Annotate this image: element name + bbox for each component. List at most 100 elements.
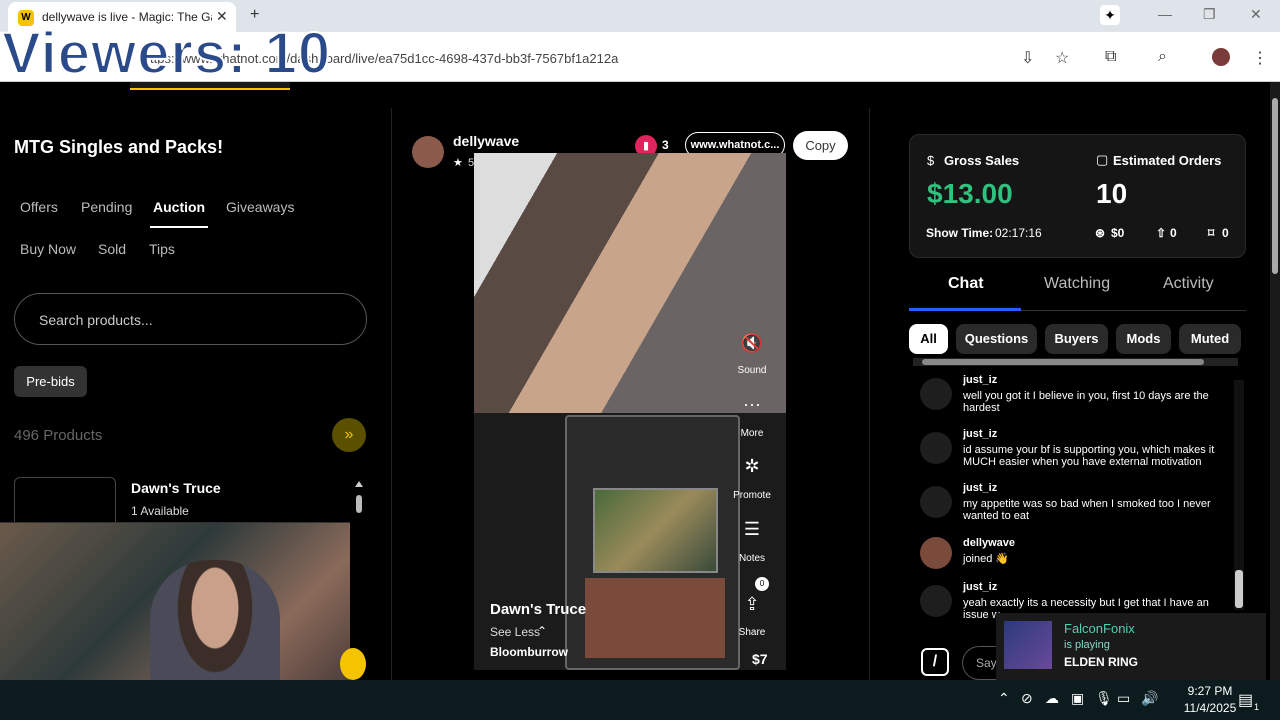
host-name[interactable]: dellywave [453,133,519,149]
gemini-sparkle-icon[interactable]: ✦ [1100,5,1120,25]
share-label[interactable]: Share [727,627,777,638]
active-chat-underline [909,308,1021,311]
volume-icon[interactable]: 🔊 [1141,690,1158,707]
profile-avatar[interactable] [1212,48,1230,66]
more-label[interactable]: More [727,428,777,439]
chat-avatar[interactable] [920,585,952,617]
notes-label[interactable]: Notes [727,553,777,564]
tray-app-icon[interactable]: ⊘ [1021,690,1033,707]
whatnot-logo[interactable] [130,82,290,90]
filter-muted[interactable]: Muted [1179,324,1241,354]
copy-link-button[interactable]: Copy [793,131,848,160]
fast-forward-icon[interactable]: » [332,418,366,452]
gross-sales-label: Gross Sales [944,153,1020,168]
store-title: MTG Singles and Packs! [14,137,224,157]
microphone-icon[interactable]: 🎙 [1095,690,1113,707]
chat-username[interactable]: just_iz [963,482,997,494]
tips-icon: ⊛ [1095,226,1106,240]
onedrive-icon[interactable]: ☁ [1045,690,1059,707]
bookmarks-value: 0 [1222,226,1229,240]
notes-icon[interactable]: ☰ [727,519,777,540]
chat-avatar[interactable] [920,486,952,518]
tab-giveaways[interactable]: Giveaways [226,199,294,215]
chat-username[interactable]: just_iz [963,581,997,593]
share-icon[interactable]: ⇪ [727,594,777,615]
dollar-icon: $ [927,153,935,168]
search-placeholder: Search products... [39,312,153,328]
windows-taskbar [0,680,1280,720]
filter-all[interactable]: All [909,324,948,354]
tab-sold[interactable]: Sold [98,241,126,257]
tab-chat[interactable]: Chat [948,275,984,293]
extensions-icon[interactable]: ⧉ [1105,48,1116,66]
bookmark-icon: ⌑ [1208,226,1215,240]
live-viewer-count: 3 [662,138,669,152]
tab-tips[interactable]: Tips [149,241,175,257]
chat-message: well you got it I believe in you, first … [963,390,1209,414]
rating-star-icon: ★ [453,157,463,169]
tab-pending[interactable]: Pending [81,199,132,215]
active-tab-underline [150,226,208,228]
yellow-action-button[interactable] [340,648,366,680]
share-count-badge: 0 [755,577,769,591]
card-textbox [585,578,725,658]
see-less-link[interactable]: See Less [490,625,540,639]
show-time-label: Show Time: [926,226,994,240]
bookmark-star-icon[interactable]: ☆ [1055,48,1069,68]
chat-scroll-thumb[interactable] [1235,570,1243,608]
tab-auction[interactable]: Auction [153,199,205,215]
network-icon[interactable]: ▭ [1117,690,1130,707]
chat-message: id assume your bf is supporting you, whi… [963,444,1215,468]
tab-watching[interactable]: Watching [1044,275,1110,293]
host-avatar[interactable] [412,136,444,168]
chat-username[interactable]: just_iz [963,374,997,386]
scroll-up-arrow-icon[interactable] [355,481,363,487]
tab-buy-now[interactable]: Buy Now [20,241,76,257]
tab-search-icon[interactable]: ⌕ [1158,48,1167,66]
chat-avatar[interactable] [920,537,952,569]
tab-offers[interactable]: Offers [20,199,58,215]
clock-time[interactable]: 9:27 PM [1172,684,1248,698]
filter-scroll-thumb[interactable] [922,359,1204,365]
sound-muted-icon[interactable]: 🔇 [727,333,777,354]
chat-username[interactable]: dellywave [963,537,1015,549]
minimize-icon[interactable]: — [1158,6,1172,22]
tips-value: $0 [1111,226,1125,240]
install-app-icon[interactable]: ⇩ [1021,48,1034,68]
product-name[interactable]: Dawn's Truce [131,480,221,496]
promote-label[interactable]: Promote [727,490,777,501]
product-thumbnail[interactable] [14,477,116,527]
set-name: Bloomburrow [490,645,568,659]
chat-message: joined 👋 [963,553,1010,565]
chat-username[interactable]: just_iz [963,428,997,440]
filter-questions[interactable]: Questions [956,324,1037,354]
clock-date[interactable]: 11/4/2025 [1172,701,1248,715]
page-scroll-thumb[interactable] [1272,98,1278,274]
window-close-icon[interactable]: ✕ [1250,6,1262,23]
chat-avatar[interactable] [920,378,952,410]
product-availability: 1 Available [131,504,189,518]
tray-chevron-icon[interactable]: ⌃ [998,690,1010,707]
tab-activity[interactable]: Activity [1163,275,1214,293]
notification-center-icon[interactable]: ▤ [1238,690,1253,710]
scroll-thumb[interactable] [356,495,362,513]
estimated-orders-label: Estimated Orders [1113,153,1222,168]
more-dots-icon[interactable]: ··· [727,394,777,415]
show-time-value: 02:17:16 [995,226,1042,240]
orders-bag-icon: ▢ [1096,152,1109,167]
sound-label[interactable]: Sound [727,365,777,376]
notification-count: 1 [1254,702,1260,712]
chat-avatar[interactable] [920,432,952,464]
restore-icon[interactable]: ❐ [1203,6,1216,23]
filter-mods[interactable]: Mods [1116,324,1171,354]
tray-device-icon[interactable]: ▣ [1071,690,1084,707]
game-cover-icon [1004,621,1052,669]
slash-command-icon[interactable]: / [921,648,949,676]
prebids-button[interactable]: Pre-bids [14,366,87,397]
filter-buyers[interactable]: Buyers [1045,324,1108,354]
promote-icon[interactable]: ✲ [727,456,777,477]
current-price: $7 [752,651,768,667]
product-list-scrollbar[interactable] [354,479,364,519]
menu-dots-icon[interactable]: ⋮ [1252,48,1268,68]
chevron-up-icon[interactable]: ⌃ [537,624,547,638]
